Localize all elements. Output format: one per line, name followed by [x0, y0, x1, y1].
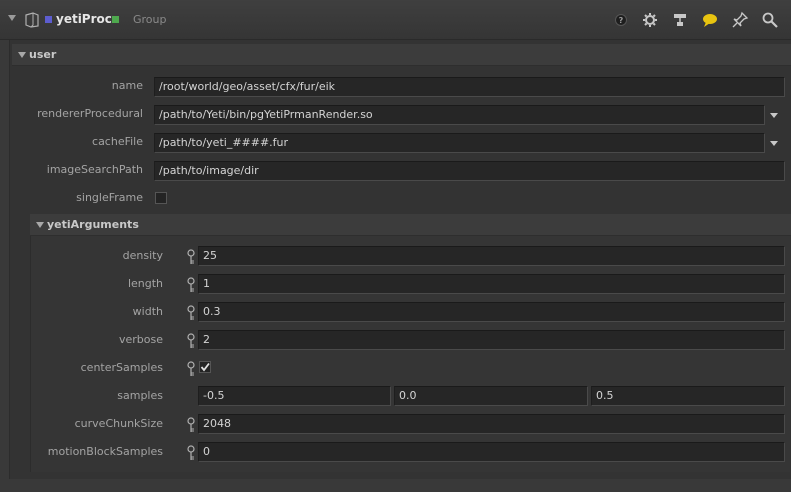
name-field[interactable]: /root/world/geo/asset/cfx/fur/eik	[154, 77, 785, 97]
param-label-samples: samples	[117, 389, 163, 402]
collapse-arrow-icon[interactable]	[8, 15, 16, 21]
color-swatch-green[interactable]	[112, 16, 119, 23]
animation-key-icon[interactable]	[186, 249, 196, 265]
curve-chunk-size-field[interactable]: 2048	[198, 414, 785, 434]
width-field[interactable]: 0.3	[198, 302, 785, 322]
animation-key-icon[interactable]	[186, 445, 196, 461]
animation-key-icon[interactable]	[186, 305, 196, 321]
group-node-icon	[25, 12, 39, 28]
param-label-curve-chunk-size: curveChunkSize	[74, 417, 163, 430]
cache-file-field[interactable]: /path/to/yeti_####.fur	[154, 133, 765, 153]
animation-key-icon[interactable]	[186, 333, 196, 349]
length-field[interactable]: 1	[198, 274, 785, 294]
section-title: yetiArguments	[47, 218, 139, 231]
param-label-verbose: verbose	[118, 333, 163, 346]
node-type: Group	[133, 13, 167, 26]
search-icon[interactable]	[761, 11, 779, 29]
checkmark-icon	[200, 362, 210, 372]
param-label-single-frame: singleFrame	[76, 191, 143, 204]
param-label-name: name	[111, 79, 143, 92]
comment-icon[interactable]	[701, 11, 719, 29]
renderer-procedural-field[interactable]: /path/to/Yeti/bin/pgYetiPrmanRender.so	[154, 105, 765, 125]
param-label-length: length	[127, 277, 163, 290]
gear-icon[interactable]	[641, 11, 659, 29]
section-user[interactable]: user	[12, 44, 791, 66]
animation-key-icon[interactable]	[186, 417, 196, 433]
animation-key-icon[interactable]	[186, 361, 196, 377]
param-label-density: density	[122, 249, 163, 262]
dropdown-arrow-icon[interactable]	[770, 141, 778, 146]
section-yeti-arguments[interactable]: yetiArguments	[30, 214, 791, 236]
density-field[interactable]: 25	[198, 246, 785, 266]
param-label-renderer-procedural: rendererProcedural	[37, 107, 143, 120]
pin-icon[interactable]	[731, 11, 749, 29]
param-label-center-samples: centerSamples	[80, 361, 163, 374]
single-frame-checkbox[interactable]	[155, 192, 167, 204]
network-icon[interactable]	[671, 11, 689, 29]
image-search-path-field[interactable]: /path/to/image/dir	[154, 161, 785, 181]
node-header: yetiProc Group ?	[0, 0, 791, 40]
animation-key-icon[interactable]	[186, 277, 196, 293]
dropdown-arrow-icon[interactable]	[770, 113, 778, 118]
motion-block-samples-field[interactable]: 0	[198, 442, 785, 462]
expand-arrow-icon[interactable]	[18, 52, 26, 58]
samples-field-z[interactable]: 0.5	[591, 386, 785, 406]
samples-field-x[interactable]: -0.5	[198, 386, 391, 406]
section-title: user	[29, 48, 57, 61]
samples-field-y[interactable]: 0.0	[394, 386, 588, 406]
node-name[interactable]: yetiProc	[56, 12, 112, 26]
param-label-width: width	[132, 305, 163, 318]
expand-arrow-icon[interactable]	[36, 222, 44, 228]
verbose-field[interactable]: 2	[198, 330, 785, 350]
center-samples-checkbox[interactable]	[199, 361, 211, 373]
param-label-image-search-path: imageSearchPath	[46, 163, 143, 176]
param-label-motion-block-samples: motionBlockSamples	[47, 445, 163, 458]
help-icon[interactable]: ?	[612, 11, 630, 29]
color-swatch-blue[interactable]	[45, 16, 52, 23]
param-label-cache-file: cacheFile	[92, 135, 143, 148]
